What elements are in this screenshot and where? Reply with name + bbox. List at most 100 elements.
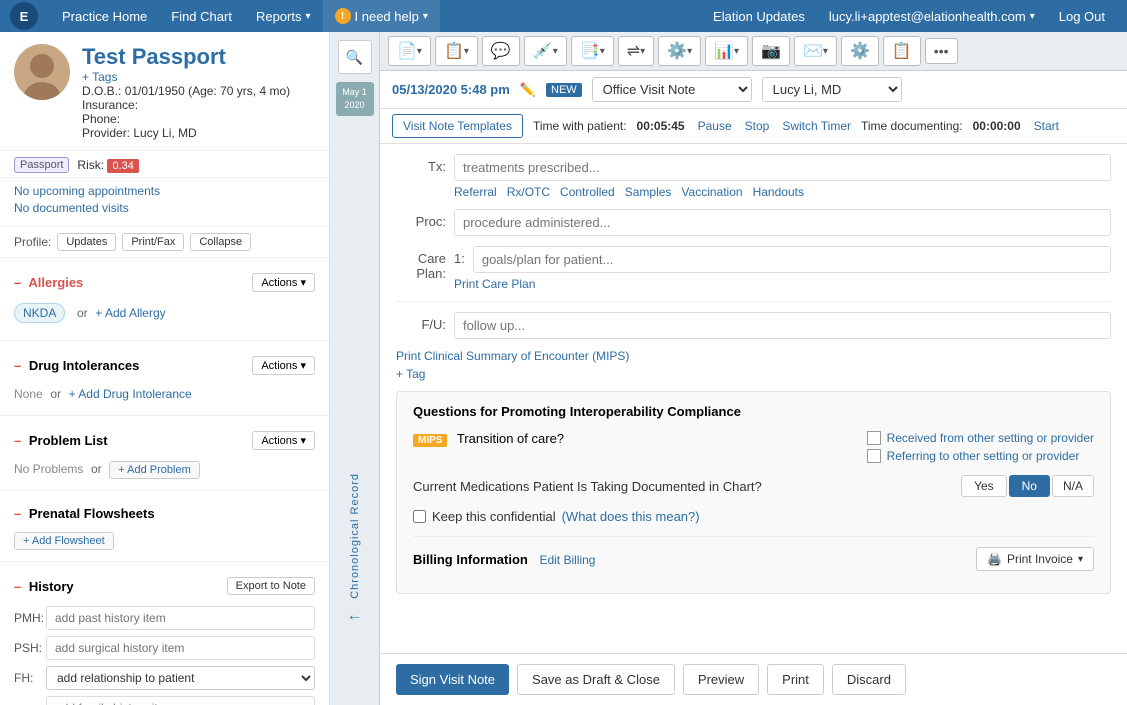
patient-tags-link[interactable]: + Tags bbox=[82, 70, 315, 84]
nav-practice-home[interactable]: Practice Home bbox=[50, 0, 159, 32]
pmh-input[interactable] bbox=[46, 606, 315, 630]
print-invoice-btn[interactable]: 🖨️ Print Invoice ▾ bbox=[976, 547, 1094, 571]
save-draft-btn[interactable]: Save as Draft & Close bbox=[517, 664, 675, 695]
fh-input[interactable] bbox=[46, 696, 315, 705]
toolbar-document-btn[interactable]: 📋▾ bbox=[435, 36, 478, 66]
controlled-link[interactable]: Controlled bbox=[560, 185, 615, 199]
preview-btn[interactable]: Preview bbox=[683, 664, 759, 695]
allergies-toggle[interactable]: – bbox=[14, 275, 21, 290]
nav-user-account[interactable]: lucy.li+apptest@elationhealth.com ▾ bbox=[817, 0, 1047, 32]
print-care-plan-link[interactable]: Print Care Plan bbox=[454, 277, 1111, 291]
fu-input[interactable] bbox=[454, 312, 1111, 339]
toolbar-more-btn[interactable]: ••• bbox=[925, 38, 958, 64]
toolbar-injection-btn[interactable]: 💉▾ bbox=[524, 36, 567, 66]
provider-select[interactable]: Lucy Li, MD bbox=[762, 77, 902, 102]
toolbar-document2-btn[interactable]: 📑▾ bbox=[571, 36, 614, 66]
problem-list-toggle[interactable]: – bbox=[14, 433, 21, 448]
add-problem-btn[interactable]: + Add Problem bbox=[109, 461, 199, 479]
edit-datetime-icon[interactable]: ✏️ bbox=[520, 82, 536, 98]
mips-checkbox1[interactable] bbox=[867, 431, 881, 445]
prenatal-header: – Prenatal Flowsheets bbox=[14, 499, 315, 526]
chronological-record-arrow[interactable]: ← bbox=[347, 607, 363, 625]
handouts-link[interactable]: Handouts bbox=[753, 185, 804, 199]
no-appointments-link[interactable]: No upcoming appointments bbox=[14, 184, 315, 198]
nav-reports[interactable]: Reports ▾ bbox=[244, 0, 323, 32]
clinical-summary-link[interactable]: Print Clinical Summary of Encounter (MIP… bbox=[396, 349, 1111, 363]
add-drug-intolerance-link[interactable]: + Add Drug Intolerance bbox=[69, 387, 192, 401]
rx-otc-link[interactable]: Rx/OTC bbox=[507, 185, 550, 199]
discard-btn[interactable]: Discard bbox=[832, 664, 906, 695]
switch-timer-btn[interactable]: Switch Timer bbox=[782, 119, 851, 133]
prenatal-title-row: – Prenatal Flowsheets bbox=[14, 506, 155, 521]
prenatal-toggle[interactable]: – bbox=[14, 506, 21, 521]
visit-note-templates-btn[interactable]: Visit Note Templates bbox=[392, 114, 523, 138]
na-btn[interactable]: N/A bbox=[1052, 475, 1094, 497]
profile-row: Profile: Updates Print/Fax Collapse bbox=[0, 227, 329, 258]
nav-find-chart[interactable]: Find Chart bbox=[159, 0, 244, 32]
yes-btn[interactable]: Yes bbox=[961, 475, 1007, 497]
export-to-note-btn[interactable]: Export to Note bbox=[227, 577, 315, 595]
mips-option2[interactable]: Referring to other setting or provider bbox=[867, 449, 1094, 463]
updates-btn[interactable]: Updates bbox=[57, 233, 116, 251]
time-documenting-value: 00:00:00 bbox=[973, 119, 1021, 133]
sign-visit-note-btn[interactable]: Sign Visit Note bbox=[396, 664, 509, 695]
print-fax-btn[interactable]: Print/Fax bbox=[122, 233, 184, 251]
no-visits-link[interactable]: No documented visits bbox=[14, 201, 315, 215]
nav-logout[interactable]: Log Out bbox=[1047, 0, 1117, 32]
history-toggle[interactable]: – bbox=[14, 579, 21, 594]
nav-elation-updates[interactable]: Elation Updates bbox=[701, 0, 817, 32]
pmh-label: PMH: bbox=[14, 611, 42, 625]
mips-option1[interactable]: Received from other setting or provider bbox=[867, 431, 1094, 445]
nav-help[interactable]: ! I need help ▾ bbox=[323, 0, 440, 32]
toolbar-photo-btn[interactable]: 📷 bbox=[752, 36, 790, 66]
passport-badge[interactable]: Passport bbox=[14, 157, 69, 173]
start-btn[interactable]: Start bbox=[1034, 119, 1059, 133]
current-meds-text: Current Medications Patient Is Taking Do… bbox=[413, 479, 762, 494]
samples-link[interactable]: Samples bbox=[625, 185, 672, 199]
pause-btn[interactable]: Pause bbox=[698, 119, 732, 133]
mips-options1: Received from other setting or provider … bbox=[867, 431, 1094, 463]
patient-phone: Phone: bbox=[82, 112, 315, 126]
collapse-btn[interactable]: Collapse bbox=[190, 233, 251, 251]
confidential-info-link[interactable]: (What does this mean?) bbox=[562, 509, 700, 524]
patient-dob: D.O.B.: 01/01/1950 (Age: 70 yrs, 4 mo) bbox=[82, 84, 315, 98]
toolbar-list-btn[interactable]: 📋 bbox=[883, 36, 921, 66]
tx-input[interactable] bbox=[454, 154, 1111, 181]
left-sidebar: Test Passport + Tags D.O.B.: 01/01/1950 … bbox=[0, 32, 330, 705]
chronological-record-label[interactable]: Chronological Record bbox=[349, 473, 361, 599]
edit-billing-link[interactable]: Edit Billing bbox=[539, 553, 595, 567]
allergies-actions-btn[interactable]: Actions ▾ bbox=[252, 273, 315, 292]
mips-checkbox2[interactable] bbox=[867, 449, 881, 463]
allergies-section: – Allergies Actions ▾ NKDA or + Add Alle… bbox=[0, 258, 329, 341]
add-allergy-link[interactable]: + Add Allergy bbox=[95, 306, 165, 320]
print-btn[interactable]: Print bbox=[767, 664, 824, 695]
problem-list-header: – Problem List Actions ▾ bbox=[14, 424, 315, 455]
referral-link[interactable]: Referral bbox=[454, 185, 497, 199]
problem-list-actions-btn[interactable]: Actions ▾ bbox=[252, 431, 315, 450]
fu-section: F/U: Print Clinical Summary of Encounter… bbox=[396, 301, 1111, 381]
stop-btn[interactable]: Stop bbox=[745, 119, 770, 133]
drug-intolerances-actions-btn[interactable]: Actions ▾ bbox=[252, 356, 315, 375]
tag-add-link[interactable]: + Tag bbox=[396, 367, 1111, 381]
confidential-checkbox[interactable] bbox=[413, 510, 426, 523]
vaccination-link[interactable]: Vaccination bbox=[681, 185, 742, 199]
toolbar-transfer-btn[interactable]: ⇌▾ bbox=[618, 36, 654, 66]
search-icon-btn[interactable]: 🔍 bbox=[338, 40, 372, 74]
toolbar-new-document-btn[interactable]: 📄▾ bbox=[388, 36, 431, 66]
toolbar-email-btn[interactable]: ✉️▾ bbox=[794, 36, 837, 66]
toolbar-settings-btn[interactable]: ⚙️▾ bbox=[658, 36, 701, 66]
care-plan-input[interactable] bbox=[473, 246, 1111, 273]
proc-input[interactable] bbox=[454, 209, 1111, 236]
main-layout: Test Passport + Tags D.O.B.: 01/01/1950 … bbox=[0, 32, 1127, 705]
toolbar-chart-btn[interactable]: 📊▾ bbox=[705, 36, 748, 66]
toolbar-message-btn[interactable]: 💬 bbox=[482, 36, 520, 66]
add-flowsheet-btn[interactable]: + Add Flowsheet bbox=[14, 532, 114, 550]
toolbar-settings2-btn[interactable]: ⚙️ bbox=[841, 36, 879, 66]
nkda-tag[interactable]: NKDA bbox=[14, 303, 65, 323]
visit-type-select[interactable]: Office Visit Note bbox=[592, 77, 752, 102]
psh-input[interactable] bbox=[46, 636, 315, 660]
risk-value: 0.34 bbox=[107, 159, 138, 173]
no-btn[interactable]: No bbox=[1009, 475, 1050, 497]
fh-relationship-select[interactable]: add relationship to patient bbox=[46, 666, 315, 690]
drug-intolerances-toggle[interactable]: – bbox=[14, 358, 21, 373]
